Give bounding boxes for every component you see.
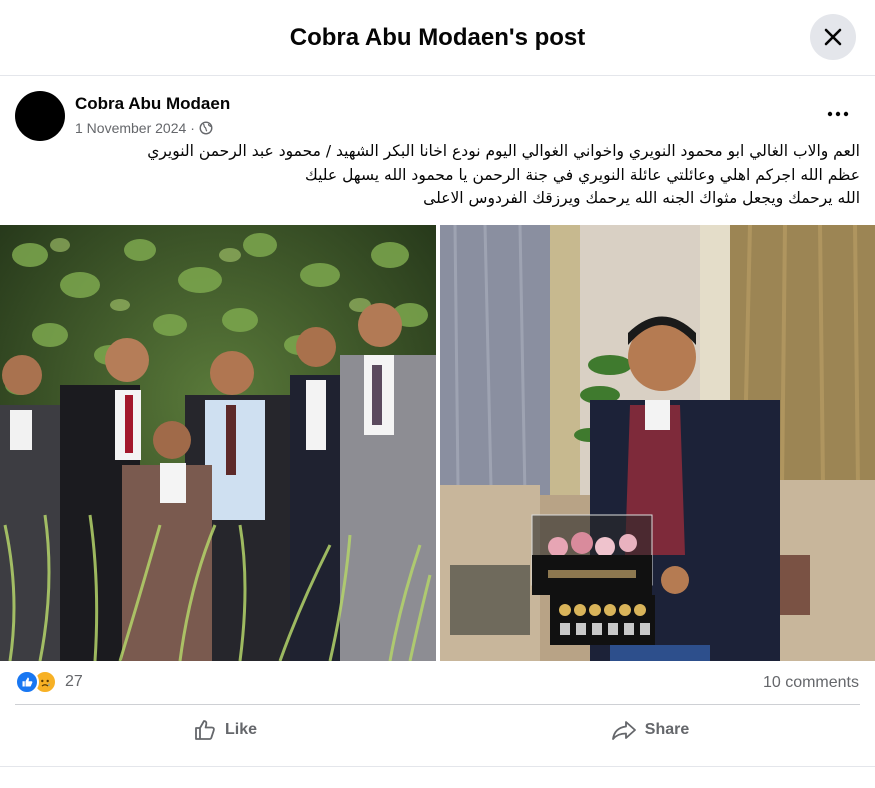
share-button[interactable]: Share — [545, 710, 755, 750]
modal-header: Cobra Abu Modaen's post — [0, 0, 875, 76]
share-arrow-icon — [611, 721, 636, 740]
post-meta: 1 November 2024 · — [75, 120, 213, 136]
reaction-count[interactable]: 27 — [65, 673, 83, 691]
comments-count[interactable]: 10 comments — [763, 674, 859, 692]
post-text-line: العم والاب الغالي ابو محمود النويري واخو… — [147, 142, 860, 160]
post-photo-portrait[interactable] — [440, 225, 875, 661]
post-text-line: الله يرحمك ويجعل مثواك الجنه الله يرحمك … — [423, 189, 860, 207]
thumbs-up-icon — [195, 720, 215, 740]
meta-separator: · — [190, 120, 195, 136]
like-label: Like — [224, 721, 257, 738]
author-name[interactable]: Cobra Abu Modaen — [75, 94, 230, 114]
more-dots-icon — [827, 111, 849, 117]
close-button[interactable] — [810, 14, 856, 60]
reactions-summary[interactable]: 27 — [15, 670, 83, 694]
post-text: العم والاب الغالي ابو محمود النويري واخو… — [12, 140, 860, 211]
globe-icon[interactable] — [199, 121, 213, 135]
post-date[interactable]: 1 November 2024 — [75, 120, 186, 136]
comments-area-edge — [0, 766, 875, 788]
divider — [15, 704, 860, 705]
modal-title: Cobra Abu Modaen's post — [289, 24, 586, 51]
post-text-line: عظم الله اجركم اهلي وعائلتي عائلة النوير… — [305, 165, 860, 184]
share-label: Share — [644, 721, 690, 738]
more-options-button[interactable] — [824, 100, 852, 128]
avatar[interactable] — [15, 91, 65, 141]
like-icon — [15, 670, 39, 694]
close-icon — [824, 28, 842, 46]
like-button[interactable]: Like — [120, 710, 330, 750]
post-photo-group[interactable] — [0, 225, 436, 661]
